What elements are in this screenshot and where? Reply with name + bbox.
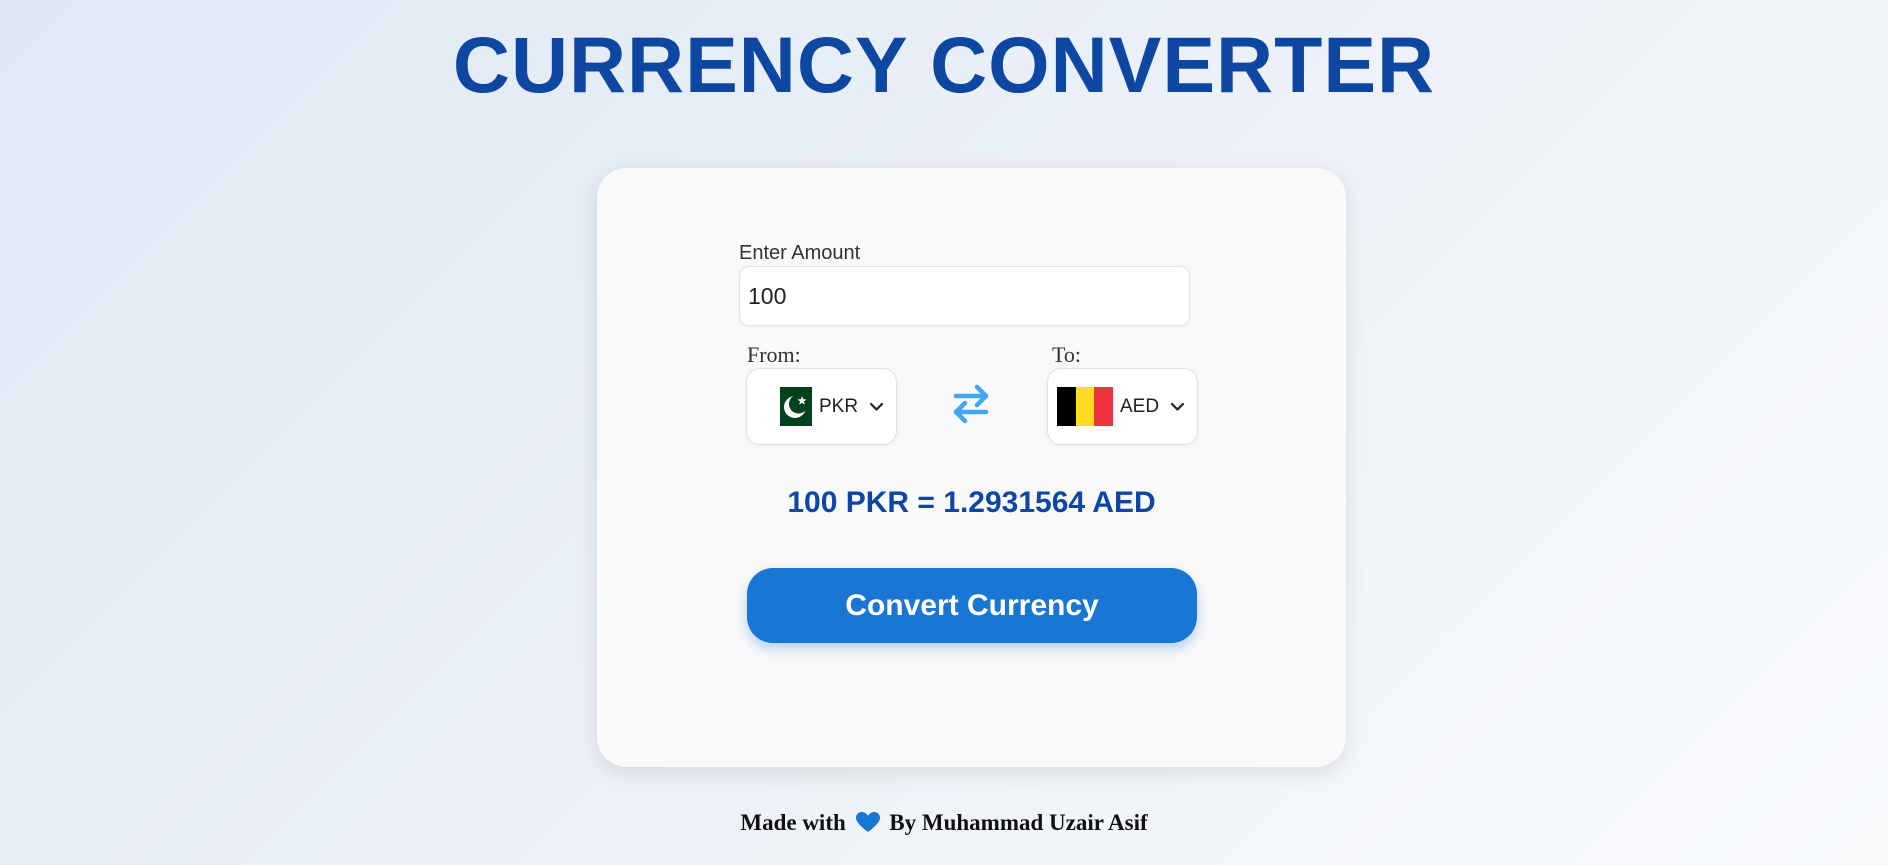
from-currency-code: PKR <box>819 396 859 417</box>
to-label: To: <box>1052 342 1082 367</box>
page-title: CURRENCY CONVERTER <box>452 20 1436 109</box>
converter-card: Enter Amount From: PKR To: AED <box>597 168 1346 767</box>
footer-author: By Muhammad Uzair Asif <box>889 810 1148 835</box>
heart-icon <box>855 812 880 832</box>
to-currency-select[interactable]: AED <box>1047 368 1198 445</box>
pakistan-flag-icon <box>769 387 812 426</box>
convert-currency-button[interactable]: Convert Currency <box>747 568 1197 643</box>
chevron-down-icon <box>869 402 884 411</box>
amount-label: Enter Amount <box>739 242 861 264</box>
belgium-flag-icon <box>1057 387 1113 426</box>
swap-arrows-icon[interactable] <box>951 382 991 426</box>
chevron-down-icon <box>1170 402 1185 411</box>
footer-prefix: Made with <box>740 810 846 835</box>
conversion-result: 100 PKR = 1.2931564 AED <box>787 486 1156 519</box>
footer: Made with By Muhammad Uzair Asif <box>0 810 1888 836</box>
to-currency-code: AED <box>1120 396 1160 417</box>
from-currency-select[interactable]: PKR <box>746 368 897 445</box>
amount-input[interactable] <box>739 266 1190 326</box>
from-label: From: <box>747 342 801 367</box>
